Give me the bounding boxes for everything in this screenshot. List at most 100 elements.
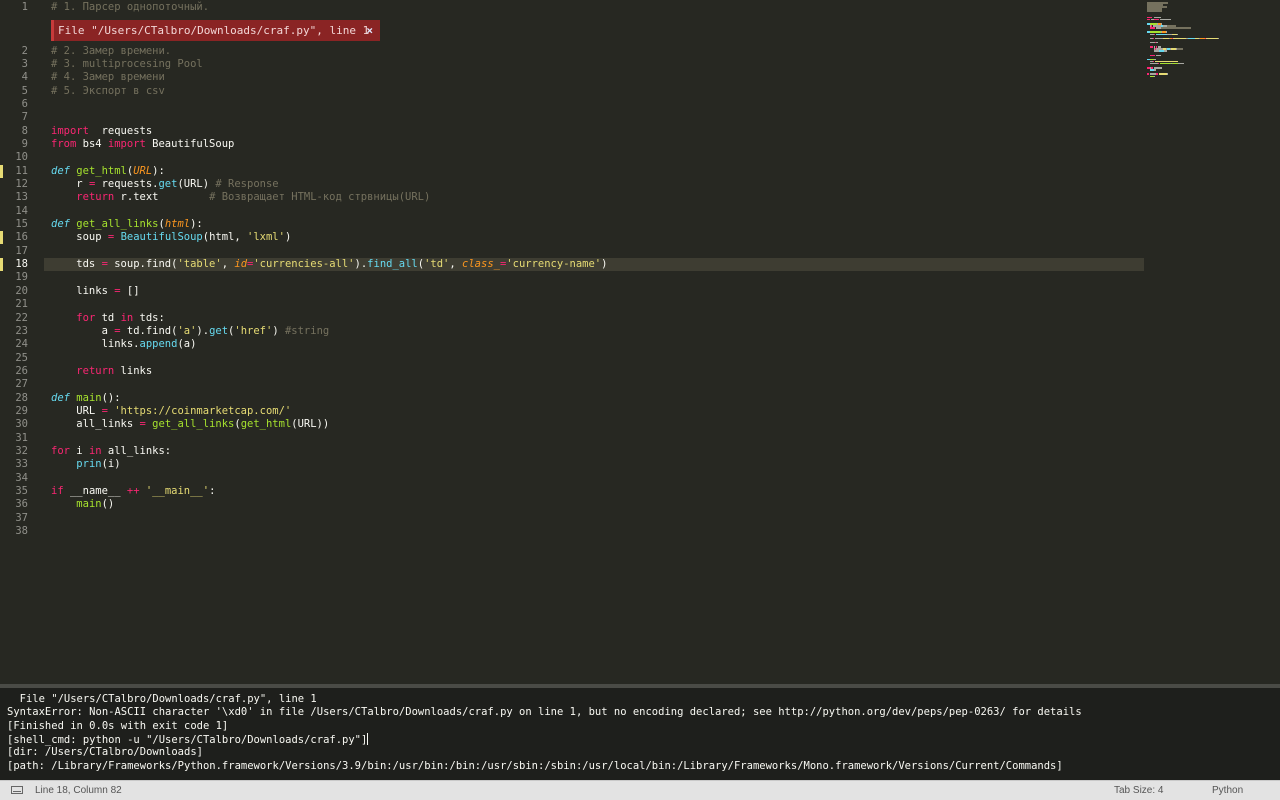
code-token: in [88, 445, 102, 457]
code-token: '__main__' [145, 485, 210, 498]
code-token: # Возвращает HTML-код стрвницы(URL) [209, 191, 431, 204]
code-token: (html, [202, 231, 248, 244]
line-number: 13 [15, 191, 28, 204]
minimap-mark [1153, 18, 1159, 21]
code-token: , [221, 258, 235, 271]
output-text: File "/Users/CTalbro/Downloads/craf.py",… [7, 693, 317, 705]
minimap-mark [1156, 41, 1159, 44]
code-token: html [164, 218, 191, 231]
code-line[interactable]: tds = soup.find('table', id='currencies-… [51, 258, 607, 271]
code-token: i [69, 445, 89, 457]
code-token: get [158, 178, 178, 190]
code-line[interactable]: soup = BeautifulSoup(html, 'lxml') [51, 231, 291, 244]
minimap-mark [1167, 73, 1169, 75]
syntax-indicator[interactable]: Python [1212, 785, 1243, 796]
code-line[interactable]: URL = 'https://coinmarketcap.com/' [51, 405, 291, 418]
minimap-mark [1156, 73, 1159, 75]
code-token: bs4 [76, 137, 108, 150]
line-number: 35 [15, 485, 28, 498]
minimap-mark [1154, 37, 1164, 40]
code-token: requests. [95, 178, 159, 190]
code-line[interactable]: from bs4 import BeautifulSoup [51, 138, 234, 151]
minimap-mark [1153, 33, 1155, 35]
error-phantom-message: File "/Users/CTalbro/Downloads/craf.py",… [58, 24, 370, 37]
minimap-mark [1147, 31, 1150, 33]
line-number: 16 [15, 231, 28, 244]
code-line[interactable]: return r.text # Возвращает HTML-код стрв… [51, 191, 430, 204]
code-line[interactable]: for td in tds: [51, 312, 165, 325]
code-line[interactable]: for i in all_links: [51, 445, 171, 458]
code-line[interactable]: r = requests.get(URL) # Response [51, 178, 279, 191]
output-text: [dir: /Users/CTalbro/Downloads] [7, 746, 203, 759]
code-line[interactable]: # 3. multiprocesing Pool [51, 58, 203, 71]
code-line[interactable]: def main(): [51, 392, 121, 405]
code-line[interactable]: # 5. Экспорт в csv [51, 85, 165, 98]
minimap-mark [1147, 73, 1149, 75]
code-token: # Response [215, 178, 279, 190]
code-line[interactable]: if __name__ ++ '__main__': [51, 485, 215, 498]
code-line[interactable]: def get_html(URL): [51, 165, 165, 178]
output-line: [Finished in 0.0s with exit code 1] [7, 720, 228, 733]
code-line[interactable]: all_links = get_all_links(get_html(URL)) [51, 418, 329, 431]
line-number: 24 [15, 338, 28, 351]
line-number: 12 [15, 178, 28, 190]
code-line[interactable]: links.append(a) [51, 338, 197, 351]
code-token: soup [51, 231, 108, 244]
code-line[interactable]: import requests [51, 125, 152, 138]
code-token: class_ [462, 258, 500, 271]
code-token: get_all_links [76, 218, 159, 231]
code-token: from [51, 137, 77, 150]
code-token: 'href' [234, 324, 273, 337]
cursor-position: Line 18, Column 82 [35, 785, 122, 796]
line-number: 11 [15, 164, 28, 177]
line-number: 6 [21, 97, 28, 110]
code-token: BeautifulSoup [145, 137, 235, 150]
build-output-panel[interactable]: File "/Users/CTalbro/Downloads/craf.py",… [0, 684, 1280, 780]
minimap-mark [1156, 54, 1161, 56]
code-line[interactable]: links = [] [51, 284, 139, 298]
line-number: 34 [15, 471, 28, 484]
minimap-mark [1153, 69, 1157, 71]
minimap[interactable] [1142, 0, 1280, 80]
code-line[interactable]: # 1. Парсер однопоточный. [51, 1, 209, 14]
code-editor[interactable]: 1 2 3 4 5 6 7 8 9 10 11 12 13 14 15 16 17 18 19 20 21 22 23 24 2… [0, 0, 1280, 684]
code-line[interactable]: a = td.find('a').get('href') #string [51, 324, 330, 338]
minimap-mark [1158, 73, 1168, 75]
code-token: links [114, 364, 153, 377]
minimap-mark [1176, 48, 1183, 50]
code-token: def [51, 391, 70, 404]
code-line[interactable]: return links [51, 365, 152, 378]
code-token: get_all_links [152, 418, 235, 431]
code-token: ) [272, 324, 285, 337]
code-line[interactable]: prin(i) [51, 458, 120, 471]
code-token: : [209, 485, 216, 498]
code-token: all_links: [101, 445, 172, 457]
code-line[interactable]: # 4. Замер времени [51, 71, 165, 84]
code-line[interactable]: # 2. Замер времени. [51, 45, 171, 58]
minimap-mark [1150, 54, 1156, 56]
minimap-mark [1159, 62, 1171, 65]
close-icon[interactable]: × [366, 24, 373, 37]
code-token: for [76, 311, 96, 324]
minimap-mark [1155, 33, 1167, 35]
code-token: links [51, 284, 115, 297]
code-line[interactable]: def get_all_links(html): [51, 218, 203, 231]
minimap-mark [1147, 58, 1150, 61]
line-number: 37 [15, 511, 28, 524]
code-token: import [51, 124, 89, 137]
tab-size-indicator[interactable]: Tab Size: 4 [1114, 785, 1163, 796]
panel-toggle-icon[interactable] [11, 786, 23, 794]
code-token: find_all [367, 258, 418, 271]
code-token: # 2. Замер времени. [51, 44, 172, 57]
line-number: 26 [15, 364, 28, 377]
code-token: import [107, 137, 146, 150]
line-number: 20 [15, 284, 28, 297]
text-caret [367, 732, 369, 745]
code-line[interactable]: main() [51, 498, 114, 511]
line-number: 8 [21, 124, 28, 137]
line-number: 7 [21, 111, 28, 124]
line-number: 5 [21, 84, 28, 97]
line-number: 17 [15, 244, 28, 257]
line-number: 10 [15, 151, 28, 164]
